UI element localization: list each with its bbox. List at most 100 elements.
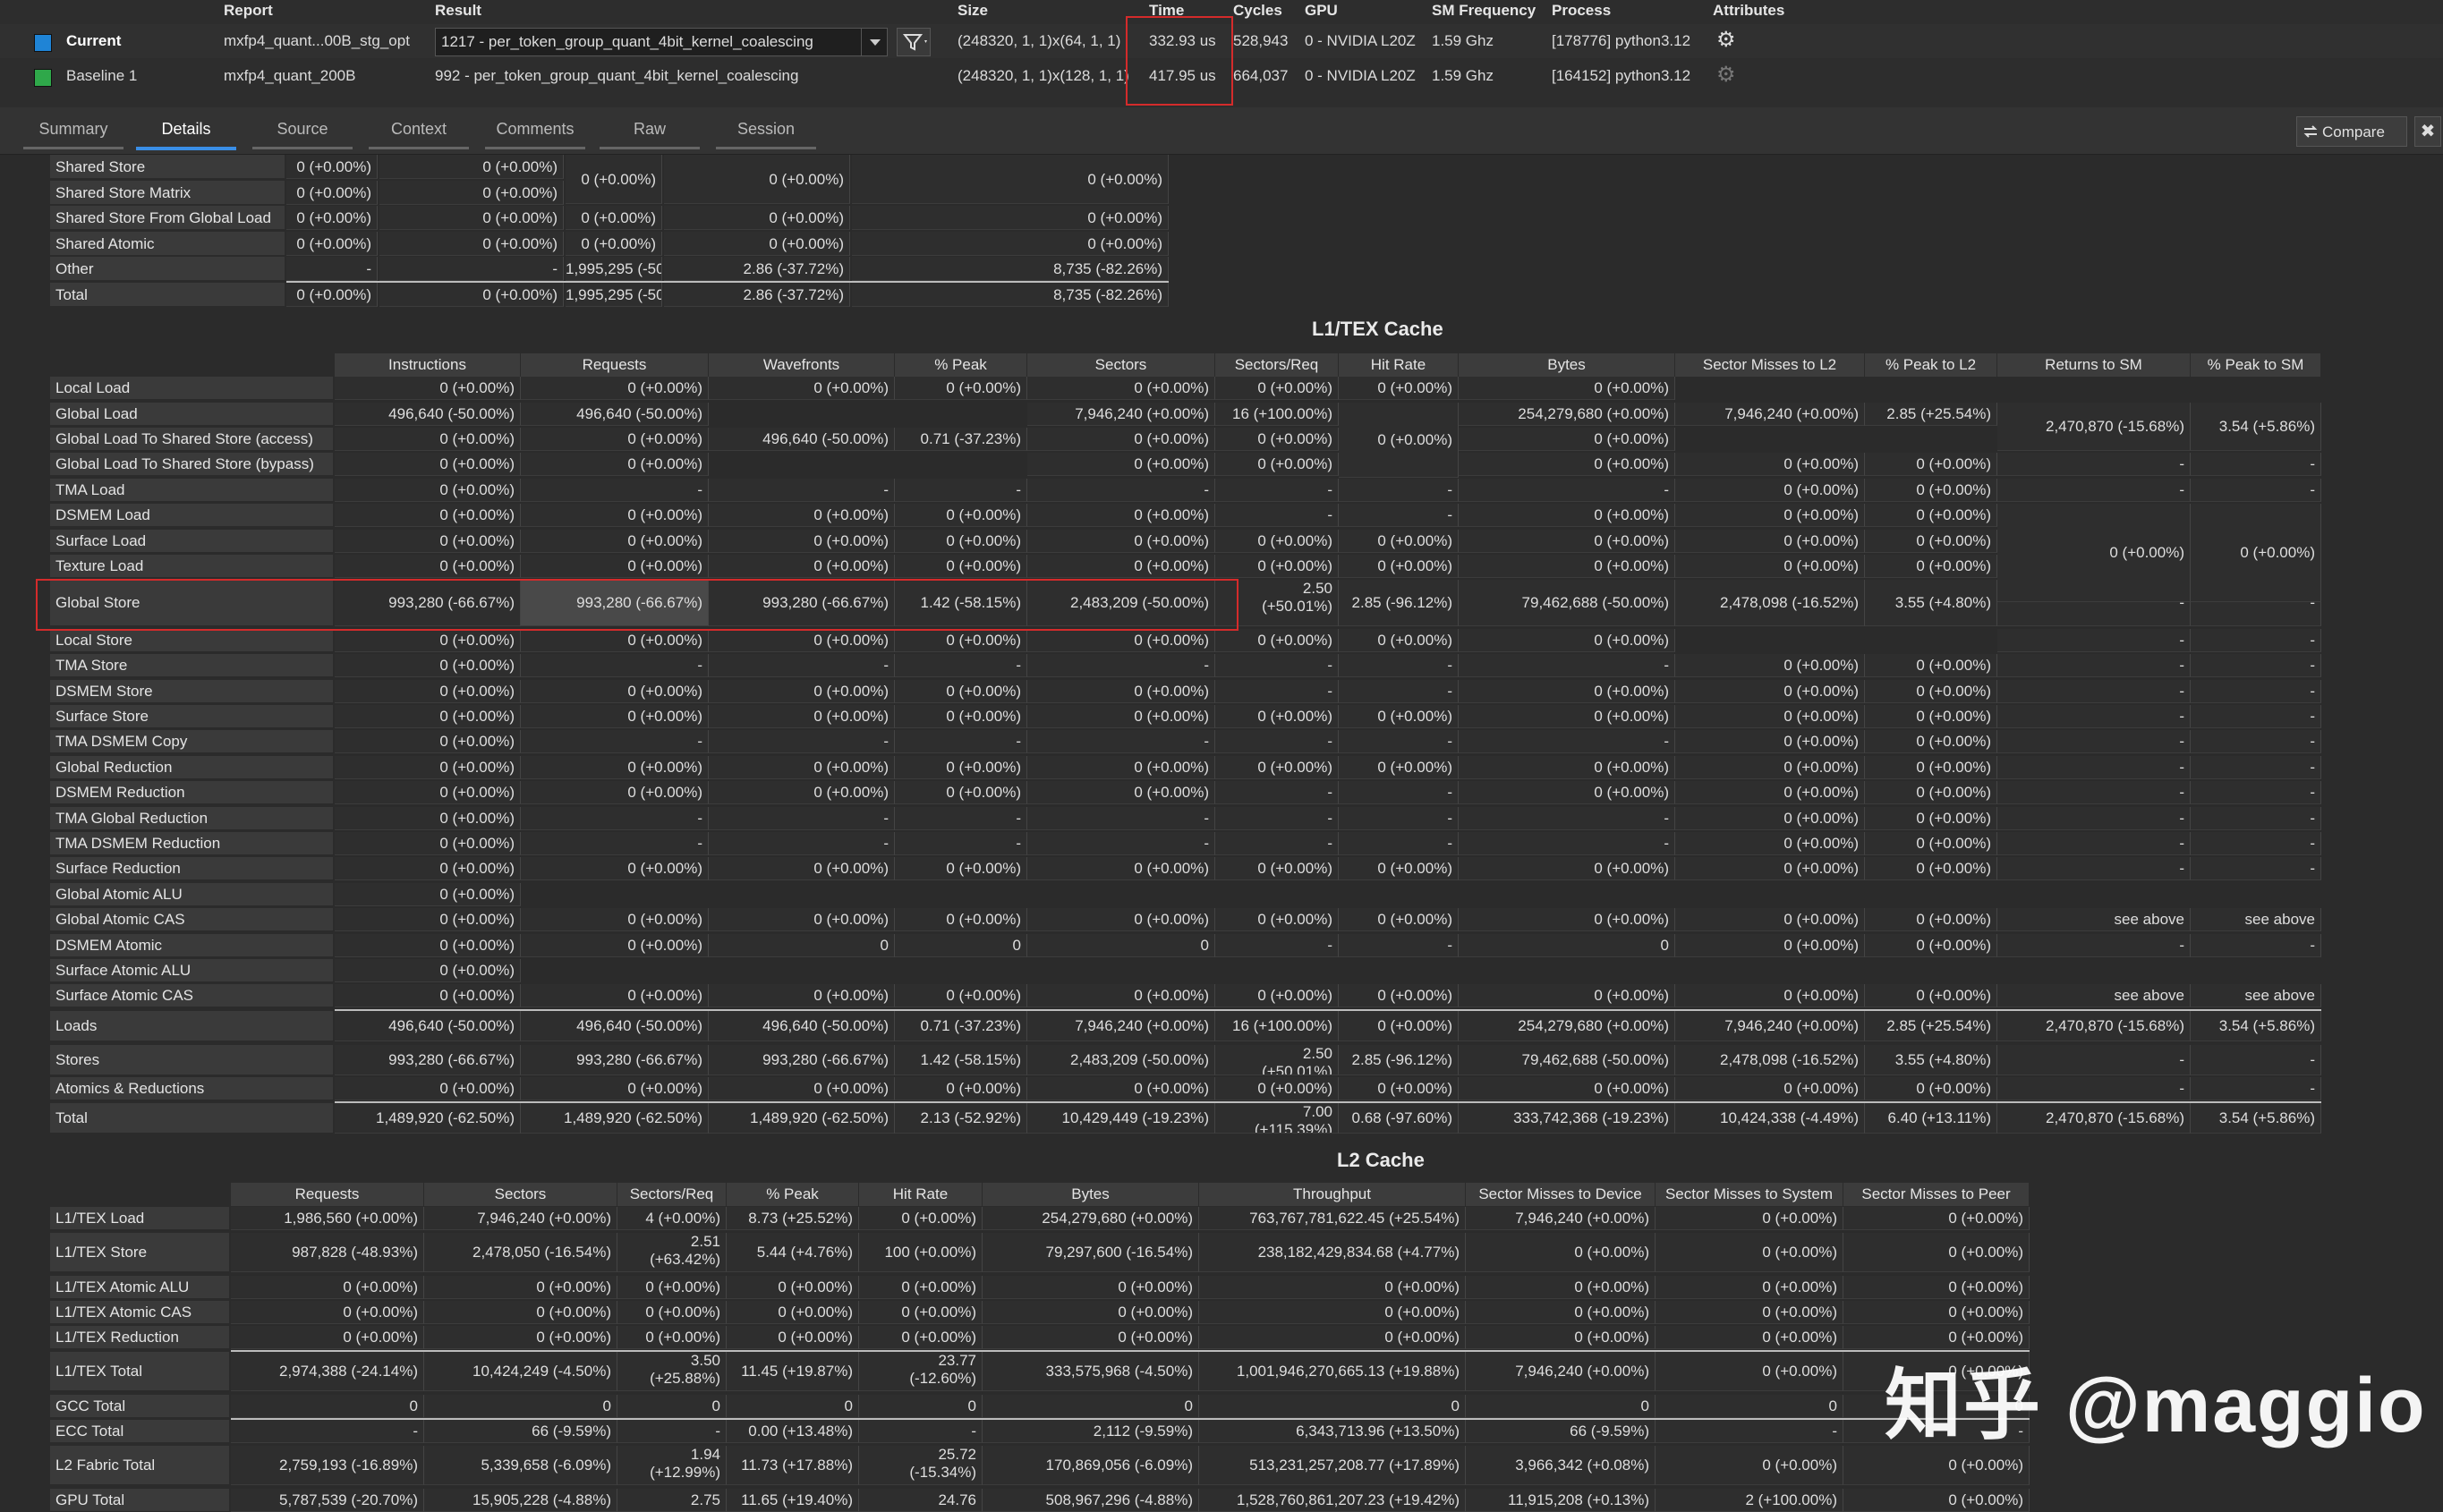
l1-cell: 0 (+0.00%) xyxy=(1865,756,1997,779)
tab-source[interactable]: Source xyxy=(249,120,356,139)
tab-comments[interactable]: Comments xyxy=(481,120,589,139)
l1-cell: 0 (+0.00%) xyxy=(1865,934,1997,957)
l2-cell: 11.73 (+17.88%) xyxy=(727,1446,859,1485)
l1-col-header[interactable]: % Peak xyxy=(895,353,1027,377)
tab-underline xyxy=(600,147,700,149)
watermark: 知乎 @maggio xyxy=(1885,1363,2427,1448)
compare-icon xyxy=(2303,125,2318,138)
l1-col-header[interactable]: % Peak to L2 xyxy=(1865,353,1997,377)
col-report[interactable]: Report xyxy=(224,2,273,20)
l2-cell: 763,767,781,622.45 (+25.54%) xyxy=(1199,1207,1466,1230)
col-size[interactable]: Size xyxy=(958,2,988,20)
settings-tools-button[interactable]: ✖ xyxy=(2414,116,2441,147)
result-selector[interactable]: 1217 - per_token_group_quant_4bit_kernel… xyxy=(435,28,888,56)
l2-cell: 100 (+0.00%) xyxy=(859,1233,983,1272)
l2-cell: 0 (+0.00%) xyxy=(1843,1301,2030,1324)
l1-cell: 79,462,688 (-50.00%) xyxy=(1459,580,1675,626)
delta: (+50.01%) xyxy=(1262,598,1332,615)
l1-col-header[interactable]: Sector Misses to L2 xyxy=(1675,353,1865,377)
l2-cell: 0 xyxy=(727,1395,859,1418)
l2-col-header[interactable]: Requests xyxy=(231,1183,424,1206)
report-row-current[interactable]: Current mxfp4_quant...00B_stg_opt 1217 -… xyxy=(0,24,2443,58)
l2-cell: 2.51 (+63.42%) xyxy=(617,1233,727,1272)
filter-button[interactable] xyxy=(897,28,931,56)
l1-cell: 0 (+0.00%) xyxy=(1215,629,1339,652)
report-row-baseline[interactable]: Baseline 1 mxfp4_quant_200B 992 - per_to… xyxy=(0,59,2443,93)
l1-row-label: Surface Reduction xyxy=(50,857,333,880)
shared-cell: 8,735 (-82.26%) xyxy=(852,282,1169,307)
l1-col-header[interactable]: Hit Rate xyxy=(1339,353,1459,377)
l1-row-label: Local Store xyxy=(50,629,333,652)
shared-cell: 1,995,295 (-50.39%) xyxy=(566,282,662,307)
compare-button[interactable]: Compare xyxy=(2296,116,2407,147)
gear-icon[interactable]: ⚙ xyxy=(1716,64,1736,86)
shared-cell: 0 (+0.00%) xyxy=(566,231,662,256)
l2-col-header[interactable]: % Peak xyxy=(727,1183,859,1206)
l1-cell: 0 (+0.00%) xyxy=(1027,705,1215,728)
l2-cell: 6,343,713.96 (+13.50%) xyxy=(1199,1420,1466,1443)
l2-cell: 10,424,249 (-4.50%) xyxy=(424,1352,617,1391)
tab-context[interactable]: Context xyxy=(365,120,472,139)
l1-col-header[interactable]: Returns to SM xyxy=(1997,353,2191,377)
value: 2.50 xyxy=(1302,1045,1332,1062)
l1-cell: - xyxy=(1339,807,1459,830)
l1-cell: 0 (+0.00%) xyxy=(1675,555,1865,578)
l1-cell: 0 (+0.00%) xyxy=(1459,908,1675,931)
col-cycles[interactable]: Cycles xyxy=(1233,2,1282,20)
col-time[interactable]: Time xyxy=(1149,2,1184,20)
l2-col-header[interactable]: Sector Misses to System xyxy=(1656,1183,1843,1206)
col-gpu[interactable]: GPU xyxy=(1305,2,1338,20)
l1-cell: - xyxy=(2191,479,2321,502)
col-sm-frequency[interactable]: SM Frequency xyxy=(1432,2,1536,20)
l1-cell: 1,489,920 (-62.50%) xyxy=(521,1103,709,1134)
l1-cell: 0 (+0.00%) xyxy=(709,781,895,804)
l1-col-header[interactable]: Bytes xyxy=(1459,353,1675,377)
l1-cell: 0.68 (-97.60%) xyxy=(1339,1103,1459,1134)
tab-raw[interactable]: Raw xyxy=(596,120,703,139)
l1-col-header[interactable]: % Peak to SM xyxy=(2191,353,2321,377)
l1-cell: - xyxy=(1997,453,2191,476)
l2-cell: 1,986,560 (+0.00%) xyxy=(231,1207,424,1230)
l2-col-header[interactable]: Bytes xyxy=(983,1183,1199,1206)
l2-col-header[interactable]: Sectors xyxy=(424,1183,617,1206)
l1-col-header[interactable]: Requests xyxy=(521,353,709,377)
l2-col-header[interactable]: Sector Misses to Peer xyxy=(1843,1183,2030,1206)
l2-cell: 254,279,680 (+0.00%) xyxy=(983,1207,1199,1230)
tab-details[interactable]: Details xyxy=(132,120,240,139)
tab-summary[interactable]: Summary xyxy=(20,120,127,139)
l1-col-header[interactable]: Instructions xyxy=(335,353,521,377)
l1-cell: 7.00 (+115.39%) xyxy=(1215,1103,1339,1134)
l1-cell: 0 (+0.00%) xyxy=(1339,705,1459,728)
l1-cell: 0 (+0.00%) xyxy=(521,908,709,931)
l1-cell: - xyxy=(895,479,1027,502)
l1-cell: 496,640 (-50.00%) xyxy=(709,1011,895,1041)
gear-icon[interactable]: ⚙ xyxy=(1716,30,1736,51)
l1-cell: - xyxy=(1997,756,2191,779)
l1-cell: 0 (+0.00%) xyxy=(1675,1077,1865,1100)
l1-cell: - xyxy=(521,730,709,753)
l1-row-label: DSMEM Load xyxy=(50,504,333,527)
tab-session[interactable]: Session xyxy=(712,120,820,139)
l2-col-header[interactable]: Sectors/Req xyxy=(617,1183,727,1206)
l1-cell: - xyxy=(895,654,1027,677)
l2-cell: 11,915,208 (+0.13%) xyxy=(1466,1489,1656,1512)
l1-cell: 1.42 (-58.15%) xyxy=(895,580,1027,626)
shared-cell: 0 (+0.00%) xyxy=(379,231,564,256)
l1-col-header[interactable]: Sectors xyxy=(1027,353,1215,377)
col-process[interactable]: Process xyxy=(1552,2,1611,20)
chevron-down-icon[interactable] xyxy=(861,29,887,55)
col-result[interactable]: Result xyxy=(435,2,481,20)
l2-col-header[interactable]: Sector Misses to Device xyxy=(1466,1183,1656,1206)
l2-col-header[interactable]: Hit Rate xyxy=(859,1183,983,1206)
shared-cell: 2.86 (-37.72%) xyxy=(664,257,850,281)
l1-cell: 3.55 (+4.80%) xyxy=(1865,1045,1997,1075)
l2-cell: 15,905,228 (-4.88%) xyxy=(424,1489,617,1512)
l1-col-header[interactable]: Wavefronts xyxy=(709,353,895,377)
l1-cell: 16 (+100.00%) xyxy=(1215,403,1339,426)
col-attributes[interactable]: Attributes xyxy=(1713,2,1784,20)
l1-col-header[interactable]: Sectors/Req xyxy=(1215,353,1339,377)
l2-cell: 5.44 (+4.76%) xyxy=(727,1233,859,1272)
l2-cell: 0 (+0.00%) xyxy=(231,1301,424,1324)
l2-col-header[interactable]: Throughput xyxy=(1199,1183,1466,1206)
l1-cell: 7,946,240 (+0.00%) xyxy=(1675,1011,1865,1041)
